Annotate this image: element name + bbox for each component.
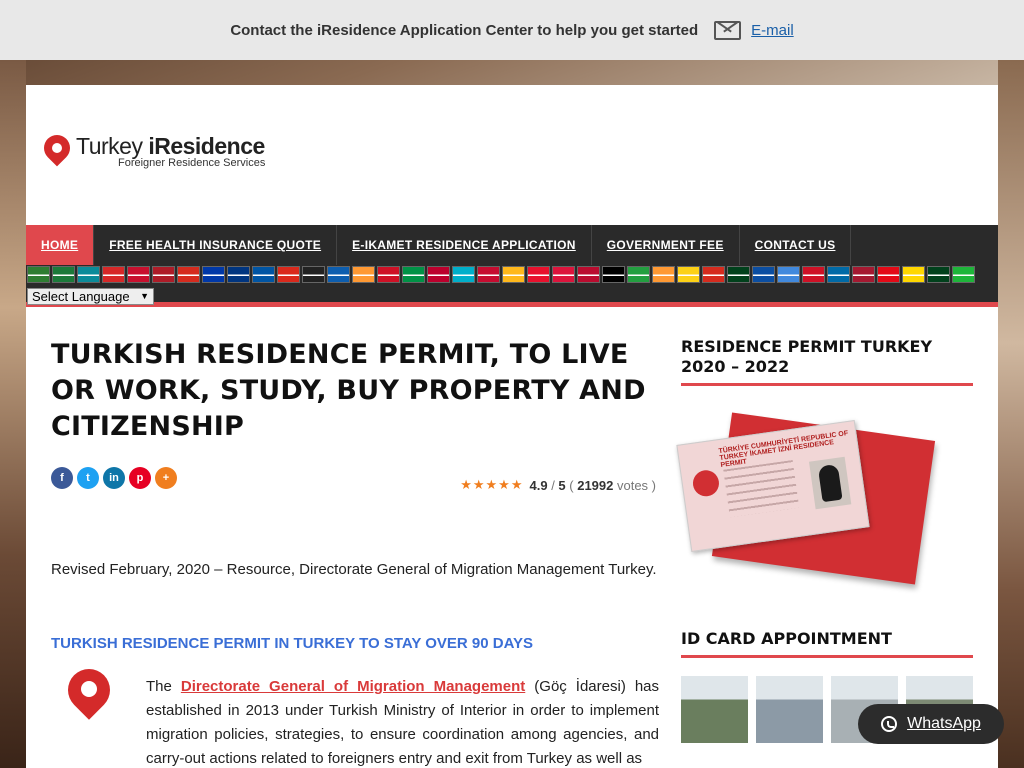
mail-icon [714,20,742,40]
main-navigation: HOME FREE HEALTH INSURANCE QUOTE E-IKAMET … [26,225,998,307]
logo-text-iresidence: iResidence [148,133,265,159]
more-icon[interactable]: + [155,467,177,489]
language-flag-icon[interactable] [827,266,850,283]
language-flags [27,266,975,283]
language-flag-icon[interactable] [402,266,425,283]
language-flag-icon[interactable] [927,266,950,283]
language-flag-icon[interactable] [27,266,50,283]
widget-title-id-card-appointment: ID CARD APPOINTMENT [681,629,973,658]
language-flag-icon[interactable] [877,266,900,283]
language-select-value: Select Language [32,289,130,304]
dgmm-link[interactable]: Directorate General of Migration Managem… [181,678,525,695]
facebook-icon[interactable]: f [51,467,73,489]
nav-item-government-fee[interactable]: GOVERNMENT FEE [592,225,740,265]
rating-votes-label: votes ) [613,477,656,493]
language-flag-icon[interactable] [777,266,800,283]
rating-votes: 21992 [577,477,614,493]
language-flag-icon[interactable] [252,266,275,283]
language-select[interactable]: Select Language ▼ [27,288,154,305]
language-flag-icon[interactable] [377,266,400,283]
language-flag-icon[interactable] [552,266,575,283]
language-flag-icon[interactable] [752,266,775,283]
residence-permit-card-image[interactable]: TÜRKİYE CUMHURİYETİ REPUBLIC OF TURKEY İ… [676,404,973,609]
rating-score: 4.9 [529,477,548,493]
language-flag-icon[interactable] [627,266,650,283]
language-flag-icon[interactable] [702,266,725,283]
language-flag-icon[interactable] [177,266,200,283]
language-flag-icon[interactable] [602,266,625,283]
card-photo [808,456,852,510]
chevron-down-icon: ▼ [140,291,149,301]
language-flag-icon[interactable] [352,266,375,283]
language-flag-icon[interactable] [227,266,250,283]
language-flag-icon[interactable] [502,266,525,283]
language-flag-icon[interactable] [802,266,825,283]
nav-item-home[interactable]: HOME [26,225,95,265]
nav-item-free-health-insurance-quote[interactable]: FREE HEALTH INSURANCE QUOTE [94,225,338,265]
rating-sep: / [547,477,559,493]
email-link[interactable]: E-mail [751,22,794,39]
page-container: Turkey iResidence Foreigner Residence Se… [26,85,998,768]
post-rating: ★★★★★ 4.9 / 5 ( 21992 votes ) [460,477,656,493]
appointment-thumbnail[interactable] [681,676,748,743]
pinterest-icon[interactable]: p [129,467,151,489]
site-logo[interactable]: Turkey iResidence Foreigner Residence Se… [38,129,266,169]
intro-paragraph: The Directorate General of Migration Man… [146,675,659,768]
whatsapp-button[interactable]: WhatsApp [858,704,1004,744]
contact-message: Contact the iResidence Application Cente… [230,21,699,39]
rating-max: 5 [558,477,566,493]
language-flag-icon[interactable] [852,266,875,283]
language-flag-icon[interactable] [452,266,475,283]
logo-pin-icon [38,129,76,167]
language-flag-icon[interactable] [277,266,300,283]
logo-tagline: Foreigner Residence Services [118,157,266,169]
language-flag-icon[interactable] [652,266,675,283]
appointment-thumbnail[interactable] [756,676,823,743]
language-flag-icon[interactable] [677,266,700,283]
nav-item-contact-us[interactable]: CONTACT US [740,225,852,265]
language-flag-icon[interactable] [77,266,100,283]
language-flag-icon[interactable] [952,266,975,283]
language-flag-icon[interactable] [152,266,175,283]
page-title: TURKISH RESIDENCE PERMIT, TO LIVE OR WOR… [51,339,646,442]
para-pre: The [146,678,181,695]
background-right [998,60,1024,768]
background-left [0,60,26,768]
language-flag-icon[interactable] [477,266,500,283]
rating-stars-icon[interactable]: ★★★★★ [460,477,523,493]
language-flag-icon[interactable] [102,266,125,283]
language-flag-icon[interactable] [427,266,450,283]
section-heading: TURKISH RESIDENCE PERMIT IN TURKEY TO ST… [51,635,534,652]
language-flag-icon[interactable] [902,266,925,283]
site-header: Turkey iResidence Foreigner Residence Se… [26,85,998,225]
logo-text-turkey: Turkey [76,133,149,159]
language-flag-icon[interactable] [727,266,750,283]
revised-note: Revised February, 2020 – Resource, Direc… [51,561,657,578]
language-flag-icon[interactable] [202,266,225,283]
location-pin-icon [59,660,119,727]
linkedin-icon[interactable]: in [103,467,125,489]
twitter-icon[interactable]: t [77,467,99,489]
language-flag-icon[interactable] [52,266,75,283]
language-flag-icon[interactable] [527,266,550,283]
language-flag-icon[interactable] [302,266,325,283]
nav-item-e-ikamet-residence-application[interactable]: E-IKAMET RESIDENCE APPLICATION [337,225,592,265]
widget-title-residence-permit: RESIDENCE PERMIT TURKEY 2020 – 2022 [681,337,973,386]
whatsapp-icon [881,716,898,732]
turkish-flag-icon [691,468,721,498]
language-flag-icon[interactable] [577,266,600,283]
language-flag-icon[interactable] [127,266,150,283]
rating-open: ( [565,477,578,493]
main-content: TURKISH RESIDENCE PERMIT, TO LIVE OR WOR… [51,337,661,767]
language-flag-icon[interactable] [327,266,350,283]
top-contact-bar: Contact the iResidence Application Cente… [0,0,1024,60]
whatsapp-label: WhatsApp [907,715,981,732]
sidebar: RESIDENCE PERMIT TURKEY 2020 – 2022 TÜRK… [676,337,973,743]
